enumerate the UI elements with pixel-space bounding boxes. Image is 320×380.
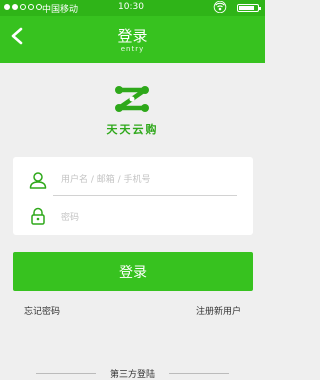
signal-dot [12, 4, 18, 10]
forgot-password-link[interactable]: 忘记密码 [24, 304, 60, 317]
signal-dot [4, 4, 10, 10]
brand-name: 天天云购 [106, 123, 159, 136]
battery-level [239, 6, 254, 10]
nav-bar: 登录 entry [0, 16, 265, 63]
login-form [13, 157, 253, 235]
user-icon [29, 172, 47, 189]
field-divider [53, 195, 237, 196]
status-bar: 中国移动 10:30 [0, 0, 265, 16]
signal-strength-icon [4, 4, 42, 10]
register-link[interactable]: 注册新用户 [196, 304, 241, 317]
page-title: 登录 [117, 27, 148, 45]
login-button[interactable]: 登录 [13, 252, 253, 291]
third-party-divider-right [169, 373, 229, 374]
battery-tip [259, 7, 261, 10]
tiantianyungou-logo-icon [115, 86, 149, 112]
signal-dot [28, 4, 34, 10]
carrier-name: 中国移动 [42, 5, 79, 15]
battery-icon [237, 4, 261, 12]
signal-dot [20, 4, 26, 10]
status-time: 10:30 [118, 2, 144, 12]
password-input[interactable] [61, 208, 239, 228]
username-input[interactable] [61, 170, 239, 190]
wifi-icon [213, 1, 227, 13]
lock-icon [31, 207, 45, 225]
page-subtitle: entry [120, 45, 145, 53]
